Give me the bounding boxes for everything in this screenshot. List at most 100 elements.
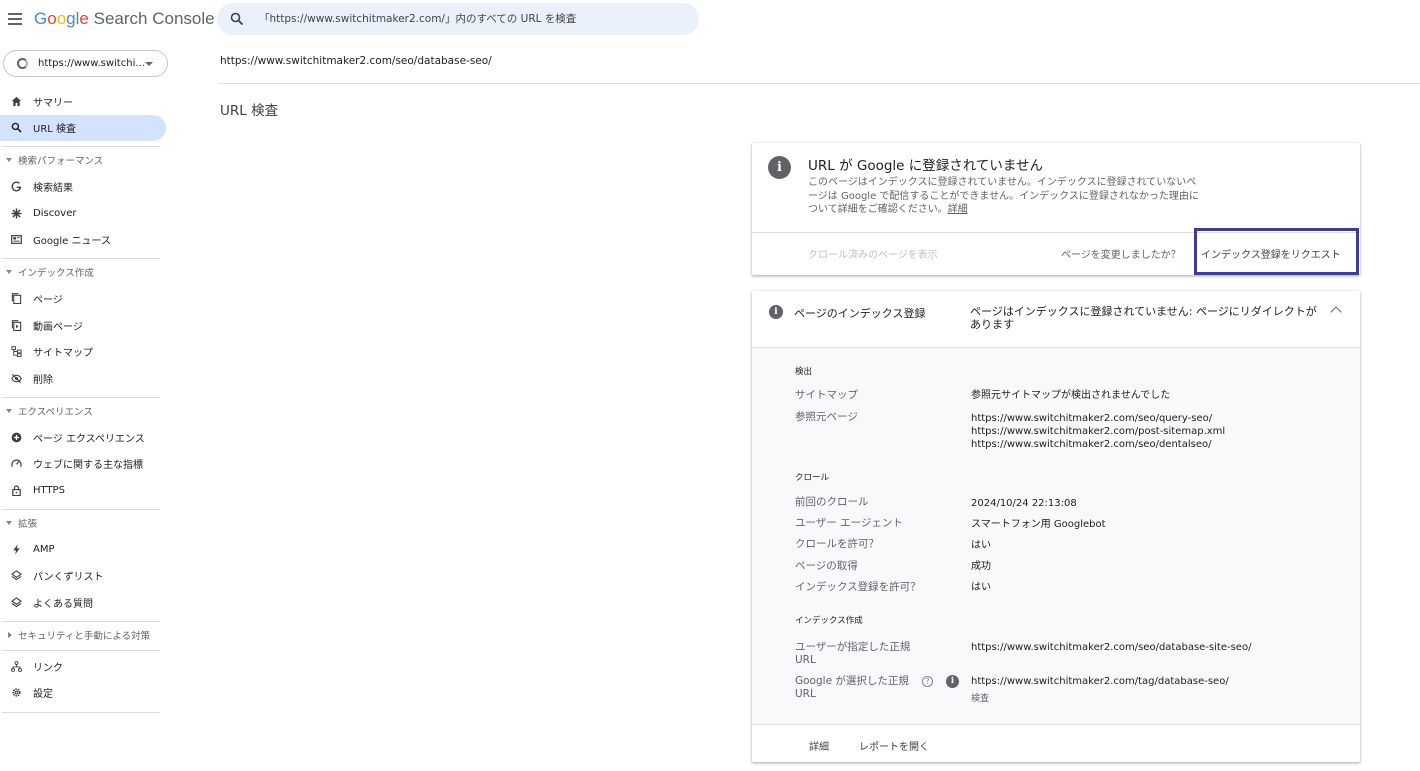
- view-crawled-page-button[interactable]: クロール済みのページを表示: [808, 246, 938, 261]
- user-agent-label: ユーザー エージェント: [795, 517, 903, 529]
- header-divider: [218, 83, 1420, 84]
- indexing-heading: インデックス作成: [795, 616, 863, 626]
- referring-page-url: https://www.switchitmaker2.com/post-site…: [971, 426, 1226, 437]
- sidebar: サマリー URL 検査 検索パフォーマンス 検索結果 Discover Goog…: [0, 88, 168, 713]
- last-crawl-label: 前回のクロール: [795, 496, 869, 508]
- sidebar-item-label: ウェブに関する主な指標: [33, 460, 143, 472]
- collapse-icon: [6, 270, 12, 275]
- sidebar-item-label: 検索結果: [33, 183, 73, 195]
- sidebar-divider: [2, 712, 160, 713]
- sidebar-item-label: 削除: [33, 374, 53, 386]
- section-label: エクスペリエンス: [18, 406, 93, 418]
- chevron-up-icon[interactable]: [1330, 306, 1342, 318]
- sidebar-item-breadcrumbs[interactable]: パンくずリスト: [0, 563, 166, 590]
- sidebar-item-google-news[interactable]: Google ニュース: [0, 227, 166, 254]
- section-security[interactable]: セキュリティと手動による対策: [0, 622, 168, 649]
- info-icon: i: [768, 156, 791, 179]
- sidebar-item-label: HTTPS: [33, 484, 65, 496]
- lock-icon: [11, 485, 22, 496]
- inspected-url: https://www.switchitmaker2.com/seo/datab…: [220, 55, 492, 67]
- details-link[interactable]: 詳細: [948, 204, 968, 215]
- sidebar-item-https[interactable]: HTTPS: [0, 477, 166, 504]
- sidebar-item-amp[interactable]: AMP: [0, 536, 166, 563]
- page-title: URL 検査: [220, 103, 279, 119]
- section-label: インデックス作成: [18, 268, 94, 280]
- status-title: URL が Google に登録されていません: [808, 158, 1043, 174]
- sidebar-item-label: ページ: [33, 295, 63, 307]
- section-label: 拡張: [18, 518, 38, 530]
- page-changed-text: ページを変更しましたか？: [1061, 250, 1181, 261]
- google-canonical-label: Google が選択した正規: [795, 675, 909, 687]
- sidebar-divider: [2, 650, 160, 651]
- property-icon: [17, 58, 28, 69]
- section-label: 検索パフォーマンス: [18, 156, 104, 168]
- main-menu-icon[interactable]: [8, 13, 22, 25]
- caret-down-icon: [145, 62, 153, 66]
- section-enhancements[interactable]: 拡張: [0, 510, 168, 537]
- referring-page-url: https://www.switchitmaker2.com/seo/query…: [971, 413, 1213, 424]
- url-inspect-search-bar[interactable]: [217, 3, 699, 35]
- status-description: このページはインデックスに登録されていません。インデックスに登録されていないペー…: [808, 176, 1200, 217]
- search-console-logo[interactable]: Google Search Console: [34, 9, 215, 29]
- sidebar-item-label: Discover: [33, 207, 77, 219]
- sidebar-item-web-vitals[interactable]: ウェブに関する主な指標: [0, 451, 166, 478]
- request-indexing-button[interactable]: インデックス登録をリクエスト: [1201, 246, 1341, 261]
- page-indexing-header[interactable]: i ページのインデックス登録 ページはインデックスに登録されていません: ページ…: [752, 291, 1360, 347]
- last-crawl-value: 2024/10/24 22:13:08: [971, 498, 1077, 509]
- user-canonical-value: https://www.switchitmaker2.com/seo/datab…: [971, 642, 1252, 653]
- sidebar-item-label: ページ エクスペリエンス: [33, 433, 145, 445]
- section-experience[interactable]: エクスペリエンス: [0, 398, 168, 425]
- sitemaps-value: 参照元サイトマップが検出されませんでした: [971, 390, 1171, 401]
- crawl-heading: クロール: [795, 473, 830, 483]
- page-fetch-label: ページの取得: [795, 560, 858, 572]
- sidebar-item-label: よくある質問: [33, 598, 93, 610]
- sidebar-item-label: AMP: [33, 543, 55, 555]
- info-icon: i: [769, 305, 783, 319]
- page-fetch-value: 成功: [971, 561, 991, 572]
- home-icon: [11, 96, 22, 107]
- sidebar-item-faq[interactable]: よくある質問: [0, 589, 166, 616]
- sidebar-item-links[interactable]: リンク: [0, 653, 166, 680]
- sidebar-item-pages[interactable]: ページ: [0, 286, 166, 313]
- user-canonical-label-url: URL: [795, 654, 816, 666]
- sidebar-item-label: リンク: [33, 662, 63, 674]
- page-indexing-details: 検出 サイトマップ 参照元サイトマップが検出されませんでした 参照元ページ ht…: [752, 347, 1360, 725]
- news-icon: [11, 234, 22, 245]
- collapse-icon: [6, 158, 12, 163]
- help-icon[interactable]: ?: [922, 676, 933, 687]
- sidebar-item-discover[interactable]: Discover: [0, 200, 166, 227]
- property-selector[interactable]: https://www.switchi...: [3, 50, 168, 77]
- open-report-button[interactable]: レポートを開く: [859, 738, 929, 753]
- sidebar-item-label: URL 検査: [33, 124, 77, 136]
- sidebar-item-url-inspection[interactable]: URL 検査: [0, 114, 166, 141]
- page-indexing-status: ページはインデックスに登録されていません: ページにリダイレクトがあります: [970, 305, 1317, 331]
- page-indexing-label: ページのインデックス登録: [794, 307, 926, 320]
- indexing-allowed-value: はい: [971, 582, 991, 593]
- indexing-allowed-label: インデックス登録を許可？: [795, 581, 921, 593]
- sidebar-item-removals[interactable]: 削除: [0, 365, 166, 392]
- sidebar-item-sitemaps[interactable]: サイトマップ: [0, 339, 166, 366]
- eye-off-icon: [11, 373, 22, 384]
- info-icon[interactable]: i: [946, 675, 959, 688]
- collapse-icon: [6, 408, 12, 413]
- lightning-icon: [11, 544, 22, 555]
- url-inspect-input[interactable]: [259, 10, 679, 28]
- details-button[interactable]: 詳細: [809, 738, 829, 753]
- section-performance[interactable]: 検索パフォーマンス: [0, 147, 168, 174]
- sidebar-item-label: サイトマップ: [33, 348, 93, 360]
- index-status-card: i URL が Google に登録されていません このページはインデックスに登…: [752, 143, 1360, 275]
- google-canonical-label-url: URL: [795, 688, 816, 700]
- section-indexing[interactable]: インデックス作成: [0, 259, 168, 286]
- collapse-icon: [6, 520, 12, 525]
- sidebar-item-page-experience[interactable]: ページ エクスペリエンス: [0, 424, 166, 451]
- sidebar-item-label: パンくずリスト: [33, 572, 104, 584]
- sidebar-item-video-pages[interactable]: 動画ページ: [0, 312, 166, 339]
- sidebar-item-search-results[interactable]: 検索結果: [0, 174, 166, 201]
- gear-icon: [11, 687, 22, 698]
- google-g-icon: [11, 181, 22, 192]
- user-agent-value: スマートフォン用 Googlebot: [971, 519, 1106, 530]
- sidebar-item-settings[interactable]: 設定: [0, 680, 166, 707]
- inspect-link[interactable]: 検査: [971, 693, 989, 706]
- sidebar-item-summary[interactable]: サマリー: [0, 88, 166, 115]
- status-description-text: このページはインデックスに登録されていません。インデックスに登録されていないペー…: [808, 177, 1199, 215]
